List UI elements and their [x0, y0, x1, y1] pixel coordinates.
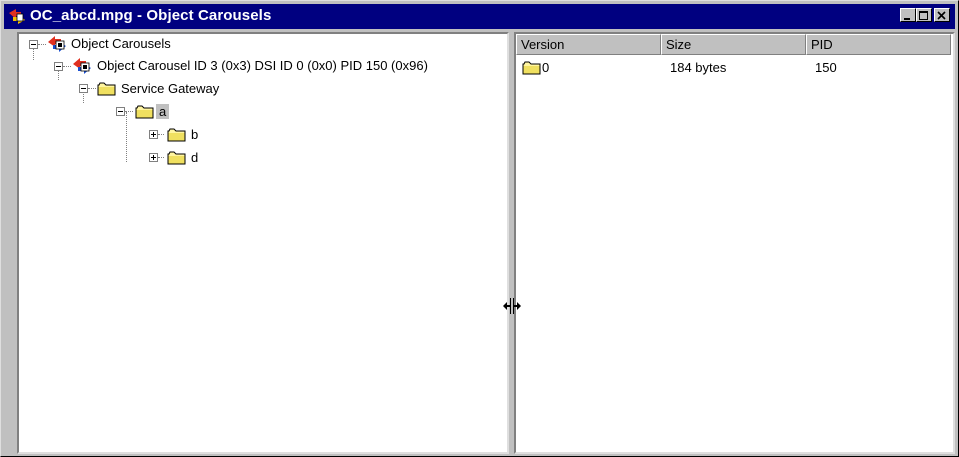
- minimize-icon: [904, 18, 910, 20]
- client-area: Object Carousels Object Carousel ID 3 (0…: [4, 32, 955, 454]
- collapse-icon[interactable]: [79, 84, 88, 93]
- tree-label: Object Carousels: [71, 36, 171, 51]
- carousel-icon: [73, 58, 91, 74]
- tree-label: Object Carousel ID 3 (0x3) DSI ID 0 (0x0…: [97, 58, 428, 73]
- main-window: OC_abcd.mpg - Object Carousels Object Ca…: [0, 0, 959, 457]
- folder-icon: [135, 105, 154, 119]
- maximize-icon: [919, 11, 928, 20]
- collapse-icon[interactable]: [29, 40, 38, 49]
- close-button[interactable]: [934, 8, 950, 22]
- folder-icon: [167, 151, 186, 165]
- tree-item-a[interactable]: a: [19, 102, 499, 122]
- tree-item-object-carousel[interactable]: Object Carousel ID 3 (0x3) DSI ID 0 (0x0…: [19, 56, 499, 76]
- title-bar[interactable]: OC_abcd.mpg - Object Carousels: [4, 4, 955, 29]
- expand-icon[interactable]: [149, 153, 158, 162]
- folder-icon: [522, 61, 541, 75]
- maximize-button[interactable]: [916, 8, 932, 22]
- list-view[interactable]: Version Size PID 0 184 bytes 150: [514, 32, 955, 454]
- cell-pid: 150: [815, 60, 837, 75]
- folder-icon: [97, 82, 116, 96]
- tree-item-service-gateway[interactable]: Service Gateway: [19, 79, 499, 99]
- expand-icon[interactable]: [149, 130, 158, 139]
- tree-label: d: [191, 150, 199, 165]
- column-header-size[interactable]: Size: [661, 34, 806, 55]
- tree-item-object-carousels[interactable]: Object Carousels: [19, 34, 499, 54]
- column-header-pid[interactable]: PID: [806, 34, 951, 55]
- list-header: Version Size PID: [516, 34, 953, 55]
- collapse-icon[interactable]: [54, 62, 63, 71]
- tree-label: b: [191, 127, 199, 142]
- carousel-icon: [48, 36, 66, 52]
- minimize-button[interactable]: [900, 8, 916, 22]
- tree-item-d[interactable]: d: [19, 148, 499, 168]
- cell-version: 0: [542, 60, 550, 75]
- column-header-version[interactable]: Version: [516, 34, 661, 55]
- tree-view[interactable]: Object Carousels Object Carousel ID 3 (0…: [17, 32, 509, 454]
- app-icon: [9, 9, 25, 24]
- folder-icon: [167, 128, 186, 142]
- cell-size: 184 bytes: [670, 60, 727, 75]
- tree-item-b[interactable]: b: [19, 125, 499, 145]
- split-cursor-icon[interactable]: [502, 297, 522, 315]
- tree-label: Service Gateway: [121, 81, 220, 96]
- tree-label-selected: a: [156, 104, 170, 119]
- close-icon: [937, 11, 946, 20]
- window-title: OC_abcd.mpg - Object Carousels: [30, 7, 272, 24]
- collapse-icon[interactable]: [116, 107, 125, 116]
